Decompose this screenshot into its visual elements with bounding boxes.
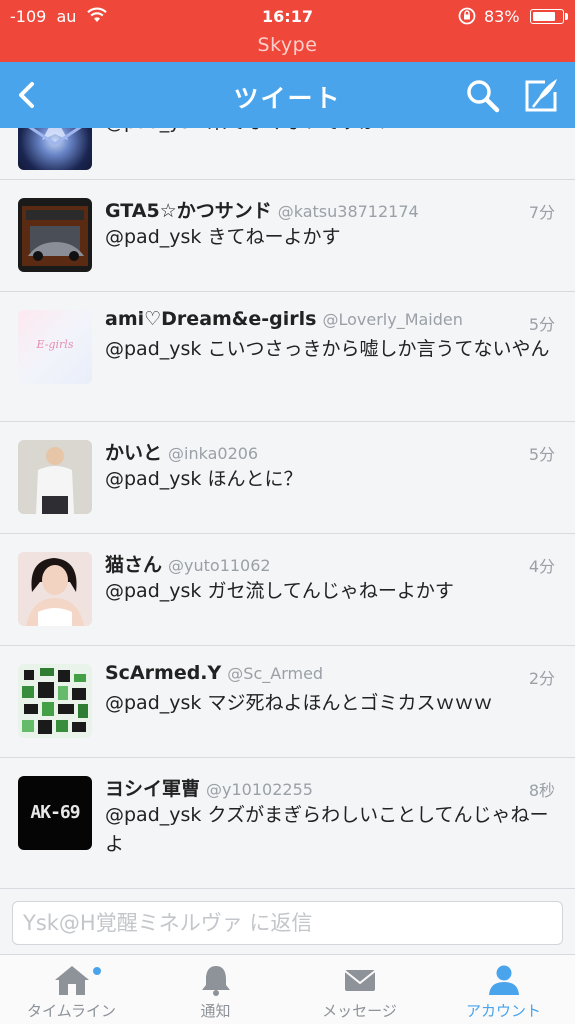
screen-name[interactable]: @katsu38712174: [278, 202, 419, 221]
tweet-text: @pad_ysk こいつさっきから嘘しか言うてないやん: [105, 338, 550, 360]
display-name[interactable]: ScArmed.Y: [105, 662, 221, 684]
reply-input[interactable]: [12, 901, 563, 945]
tweet-row[interactable]: かいと @inka0206 5分 @pad_ysk ほんとに？: [0, 422, 575, 534]
tweet-text: @pad_ysk マジ死ねよほんとゴミカスｗｗｗ: [105, 692, 493, 714]
tab-bar: タイムライン 通知 メッセージ アカウント: [0, 954, 575, 1024]
status-bar: -109 au 16:17 83% Skype: [0, 0, 575, 62]
tab-label: タイムライン: [27, 1002, 116, 1020]
tweet-row[interactable]: ScArmed.Y @Sc_Armed 2分 @pad_ysk マジ死ねよほんとゴ…: [0, 646, 575, 758]
avatar-text: AK-69: [30, 802, 80, 823]
tab-label: アカウント: [465, 1002, 541, 1020]
tweet-text: @pad_ysk きてねーよかす: [105, 226, 341, 248]
tab-label: メッセージ: [322, 1002, 397, 1020]
tweet-row[interactable]: E-girls ami♡Dream&e-girls @Loverly_Maiden…: [0, 292, 575, 422]
avatar-text: E-girls: [36, 338, 74, 351]
tweet-author[interactable]: GTA5☆かつサンド @katsu38712174: [105, 196, 419, 223]
tweet-timestamp: 2分: [528, 669, 555, 688]
avatar[interactable]: [18, 664, 92, 738]
display-name[interactable]: 猫さん: [105, 554, 162, 576]
display-name[interactable]: ヨシイ軍曹: [105, 778, 200, 800]
tweet-row[interactable]: @pad_ysk 来てなくないですか？: [0, 128, 575, 180]
bell-icon: [201, 966, 230, 996]
avatar[interactable]: E-girls: [18, 310, 92, 384]
tweet-timestamp: 4分: [528, 557, 555, 576]
battery-icon: [530, 9, 564, 24]
tweet-text: @pad_ysk 来てなくないですか？: [105, 128, 555, 137]
tweet-row[interactable]: AK-69 ヨシイ軍曹 @y10102255 8秒 @pad_ysk クズがまぎら…: [0, 758, 575, 888]
avatar-pixel-graphic: [18, 664, 92, 738]
tweet-text: @pad_ysk ほんとに？: [105, 468, 303, 490]
tweet-timestamp: 8秒: [528, 781, 555, 800]
display-name[interactable]: かいと: [105, 442, 162, 464]
nav-bar: ツイート: [0, 62, 575, 128]
avatar-car-graphic: [22, 206, 88, 266]
avatar[interactable]: AK-69: [18, 776, 92, 850]
active-call-banner[interactable]: Skype: [0, 34, 575, 56]
screen-name[interactable]: @y10102255: [206, 780, 313, 799]
tab-messages[interactable]: メッセージ: [288, 955, 431, 1024]
tweet-author[interactable]: ヨシイ軍曹 @y10102255: [105, 774, 313, 801]
display-name[interactable]: ami♡Dream&e-girls: [105, 308, 316, 330]
compose-icon[interactable]: [523, 76, 559, 114]
battery-tip: [565, 13, 568, 20]
tab-label: 通知: [200, 1002, 231, 1020]
tweet-row[interactable]: 猫さん @yuto11062 4分 @pad_ysk ガセ流してんじゃねーよかす: [0, 534, 575, 646]
tweet-author[interactable]: ScArmed.Y @Sc_Armed: [105, 662, 323, 684]
avatar[interactable]: [18, 128, 92, 170]
battery-percent: 83%: [484, 7, 520, 26]
tweet-author[interactable]: ami♡Dream&e-girls @Loverly_Maiden: [105, 308, 463, 330]
screen-name[interactable]: @yuto11062: [168, 556, 271, 575]
tweet-timeline[interactable]: @pad_ysk 来てなくないですか？ GTA5☆かつサンド @katsu3871…: [0, 128, 575, 888]
tweet-text: @pad_ysk ガセ流してんじゃねーよかす: [105, 580, 454, 602]
screen-name[interactable]: @Sc_Armed: [227, 664, 323, 683]
tab-account[interactable]: アカウント: [432, 955, 575, 1024]
display-name[interactable]: GTA5☆かつサンド: [105, 200, 272, 222]
tweet-timestamp: 5分: [528, 315, 555, 334]
screen-name[interactable]: @inka0206: [168, 444, 258, 463]
tweet-author[interactable]: 猫さん @yuto11062: [105, 550, 271, 577]
tweet-row[interactable]: GTA5☆かつサンド @katsu38712174 7分 @pad_ysk きてね…: [0, 180, 575, 292]
tweet-timestamp: 7分: [528, 203, 555, 222]
person-icon: [488, 965, 519, 995]
avatar-person-graphic: [18, 552, 92, 626]
unread-dot: [93, 967, 101, 975]
tweet-text: @pad_ysk クズがまぎらわしいことしてんじゃねーよ: [105, 804, 549, 855]
avatar-emblem-graphic: [28, 128, 82, 146]
tab-notifications[interactable]: 通知: [144, 955, 287, 1024]
search-icon[interactable]: [465, 78, 501, 114]
home-icon: [54, 966, 89, 995]
avatar[interactable]: [18, 440, 92, 514]
rotation-lock-icon: [458, 7, 476, 25]
tweet-author[interactable]: かいと @inka0206: [105, 438, 258, 465]
tweet-timestamp: 5分: [528, 445, 555, 464]
envelope-icon: [343, 970, 376, 991]
avatar[interactable]: [18, 198, 92, 272]
avatar[interactable]: [18, 552, 92, 626]
screen-name[interactable]: @Loverly_Maiden: [322, 310, 462, 329]
reply-bar: [0, 888, 575, 954]
tab-timeline[interactable]: タイムライン: [0, 955, 143, 1024]
avatar-person-graphic: [18, 440, 92, 514]
